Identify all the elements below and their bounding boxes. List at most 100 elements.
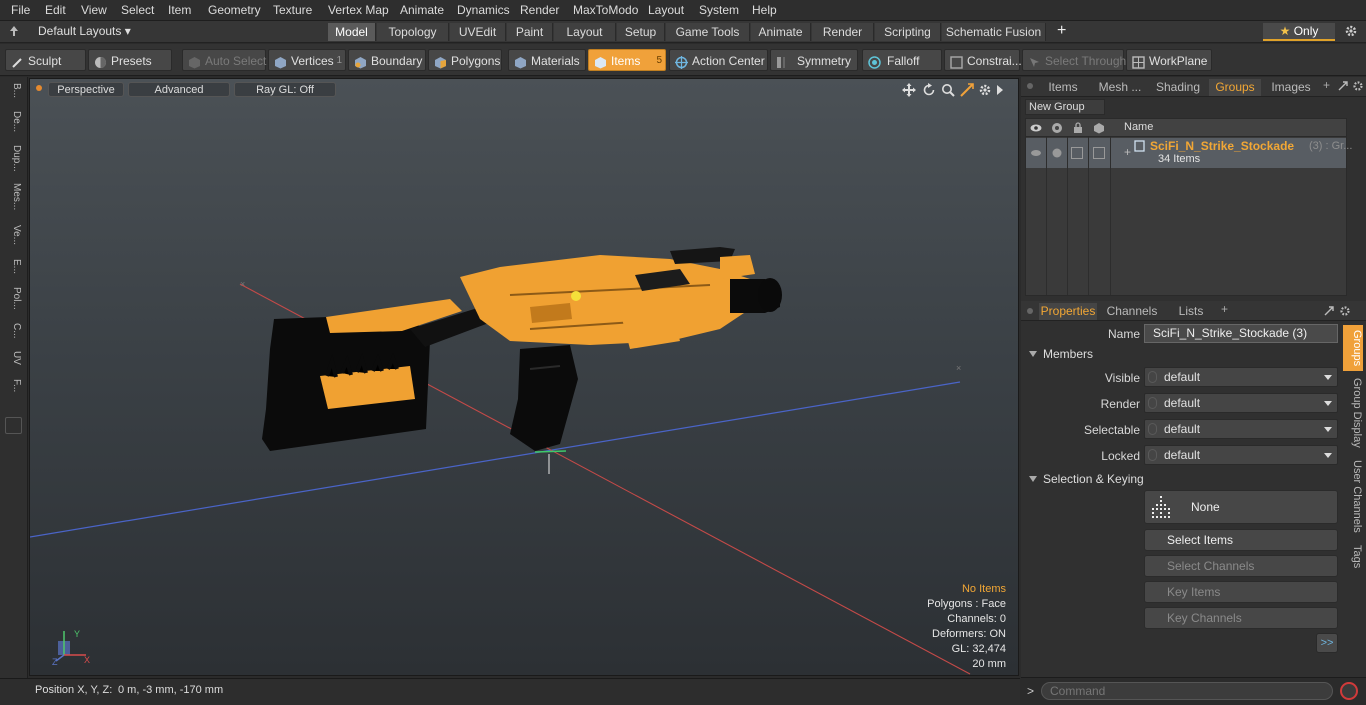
tab-animate[interactable]: Animate [751, 23, 811, 41]
command-input[interactable] [1041, 682, 1333, 700]
menu-view[interactable]: View [81, 3, 107, 17]
tab-uvedit[interactable]: UVEdit [450, 23, 506, 41]
key-items-button[interactable]: Key Items [1144, 581, 1338, 603]
workplane-button[interactable]: WorkPlane [1126, 49, 1212, 71]
menu-system[interactable]: System [699, 3, 739, 17]
expand-plus-icon[interactable]: + [1124, 145, 1131, 159]
menu-help[interactable]: Help [752, 3, 777, 17]
boundary-mode-button[interactable]: Boundary [348, 49, 426, 71]
row-eye-icon[interactable] [1030, 147, 1042, 159]
tool-tab-deform[interactable]: De... [4, 111, 22, 139]
tool-tab-duplicate[interactable]: Dup... [4, 145, 22, 177]
key-channels-button[interactable]: Key Channels [1144, 607, 1338, 629]
tab-shading[interactable]: Shading [1151, 79, 1205, 96]
items-mode-button[interactable]: Items 5 [588, 49, 666, 71]
locked-dropdown[interactable]: default [1144, 445, 1338, 465]
row-render-icon[interactable] [1051, 147, 1063, 159]
tool-tab-fusion[interactable]: F... [4, 379, 22, 405]
tab-render[interactable]: Render [812, 23, 874, 41]
menu-edit[interactable]: Edit [45, 3, 66, 17]
tab-setup[interactable]: Setup [617, 23, 665, 41]
menu-maxtomodo[interactable]: MaxToModo [573, 3, 638, 17]
only-toggle[interactable]: ★ Only [1263, 23, 1335, 41]
add-tab-button[interactable]: + [1057, 22, 1066, 40]
tool-tab-basic[interactable]: B... [4, 83, 22, 105]
visible-dropdown[interactable]: default [1144, 367, 1338, 387]
eye-icon[interactable] [1030, 122, 1042, 134]
tool-tab-uv[interactable]: UV [4, 351, 22, 373]
menu-render[interactable]: Render [520, 3, 559, 17]
members-section-header[interactable]: Members [1025, 345, 1335, 363]
side-tab-groups[interactable]: Groups [1343, 325, 1363, 371]
tab-scripting[interactable]: Scripting [875, 23, 941, 41]
row-lock-checkbox[interactable] [1071, 147, 1083, 159]
vertices-mode-button[interactable]: Vertices 1 [268, 49, 346, 71]
select-through-button[interactable]: Select Through [1022, 49, 1126, 71]
presets-button[interactable]: Presets [88, 49, 172, 71]
select-channels-button[interactable]: Select Channels [1144, 555, 1338, 577]
menu-layout[interactable]: Layout [648, 3, 684, 17]
menu-texture[interactable]: Texture [273, 3, 312, 17]
menu-geometry[interactable]: Geometry [208, 3, 261, 17]
tool-tab-edge[interactable]: E... [4, 259, 22, 281]
layout-home-icon[interactable] [9, 25, 19, 37]
sculpt-button[interactable]: Sculpt [5, 49, 86, 71]
gear-icon[interactable] [1344, 24, 1358, 38]
symmetry-button[interactable]: Symmetry [770, 49, 858, 71]
group-row[interactable]: + SciFi_N_Strike_Stockade (3) : Gr... 34… [1026, 138, 1352, 168]
tool-tab-polygon[interactable]: Pol... [4, 287, 22, 317]
add-panel-tab-icon[interactable]: + [1323, 78, 1330, 92]
add-properties-tab-icon[interactable]: + [1221, 302, 1228, 316]
group-name-field[interactable]: SciFi_N_Strike_Stockade (3) [1144, 324, 1338, 343]
tab-images[interactable]: Images [1263, 79, 1319, 96]
menu-select[interactable]: Select [121, 3, 154, 17]
render-icon[interactable] [1051, 122, 1063, 134]
auto-select-button[interactable]: Auto Select [182, 49, 266, 71]
menu-animate[interactable]: Animate [400, 3, 444, 17]
side-tab-tags[interactable]: Tags [1343, 541, 1363, 573]
properties-maximize-icon[interactable] [1323, 305, 1335, 317]
row-select-checkbox[interactable] [1093, 147, 1105, 159]
constraints-button[interactable]: Constrai... [944, 49, 1022, 71]
tab-groups[interactable]: Groups [1209, 79, 1261, 96]
menu-file[interactable]: File [11, 3, 30, 17]
tool-tab-curve[interactable]: C... [4, 323, 22, 345]
tool-tab-mesh-edit[interactable]: Mes... [4, 183, 22, 219]
tab-layout[interactable]: Layout [554, 23, 616, 41]
lock-icon[interactable] [1072, 122, 1084, 134]
tab-schematic-fusion[interactable]: Schematic Fusion [942, 23, 1046, 41]
new-group-button[interactable]: New Group [1025, 99, 1105, 115]
default-layouts-dropdown[interactable]: Default Layouts ▾ [38, 24, 131, 38]
tab-game-tools[interactable]: Game Tools [666, 23, 750, 41]
tool-tab-vertex[interactable]: Ve... [4, 225, 22, 253]
menu-item[interactable]: Item [168, 3, 191, 17]
3d-viewport[interactable]: Perspective Advanced Ray GL: Off × × Y X… [29, 78, 1019, 676]
tool-tab-toggle[interactable] [5, 417, 22, 434]
maximize-icon[interactable] [1337, 80, 1349, 92]
properties-gear-icon[interactable] [1339, 305, 1351, 317]
selectable-dropdown[interactable]: default [1144, 419, 1338, 439]
side-tab-group-display[interactable]: Group Display [1343, 375, 1363, 451]
select-items-button[interactable]: Select Items [1144, 529, 1338, 551]
tab-items[interactable]: Items [1039, 79, 1087, 96]
select-icon[interactable] [1093, 122, 1105, 134]
panel-gear-icon[interactable] [1352, 80, 1364, 92]
action-center-button[interactable]: Action Center [669, 49, 768, 71]
more-button[interactable]: >> [1316, 633, 1338, 653]
menu-dynamics[interactable]: Dynamics [457, 3, 510, 17]
tab-mesh[interactable]: Mesh ... [1091, 79, 1149, 96]
tab-properties[interactable]: Properties [1039, 303, 1097, 320]
record-icon[interactable] [1340, 682, 1358, 700]
menu-vertex-map[interactable]: Vertex Map [328, 3, 389, 17]
none-button[interactable]: None [1144, 490, 1338, 524]
tab-topology[interactable]: Topology [377, 23, 449, 41]
tab-lists[interactable]: Lists [1167, 303, 1215, 320]
tab-model[interactable]: Model [328, 23, 376, 41]
side-tab-user-channels[interactable]: User Channels [1343, 457, 1363, 535]
selection-keying-section-header[interactable]: Selection & Keying [1025, 470, 1335, 488]
materials-mode-button[interactable]: Materials [508, 49, 586, 71]
tab-paint[interactable]: Paint [507, 23, 553, 41]
polygons-mode-button[interactable]: Polygons [428, 49, 502, 71]
tab-channels[interactable]: Channels [1103, 303, 1161, 320]
falloff-button[interactable]: Falloff [862, 49, 942, 71]
